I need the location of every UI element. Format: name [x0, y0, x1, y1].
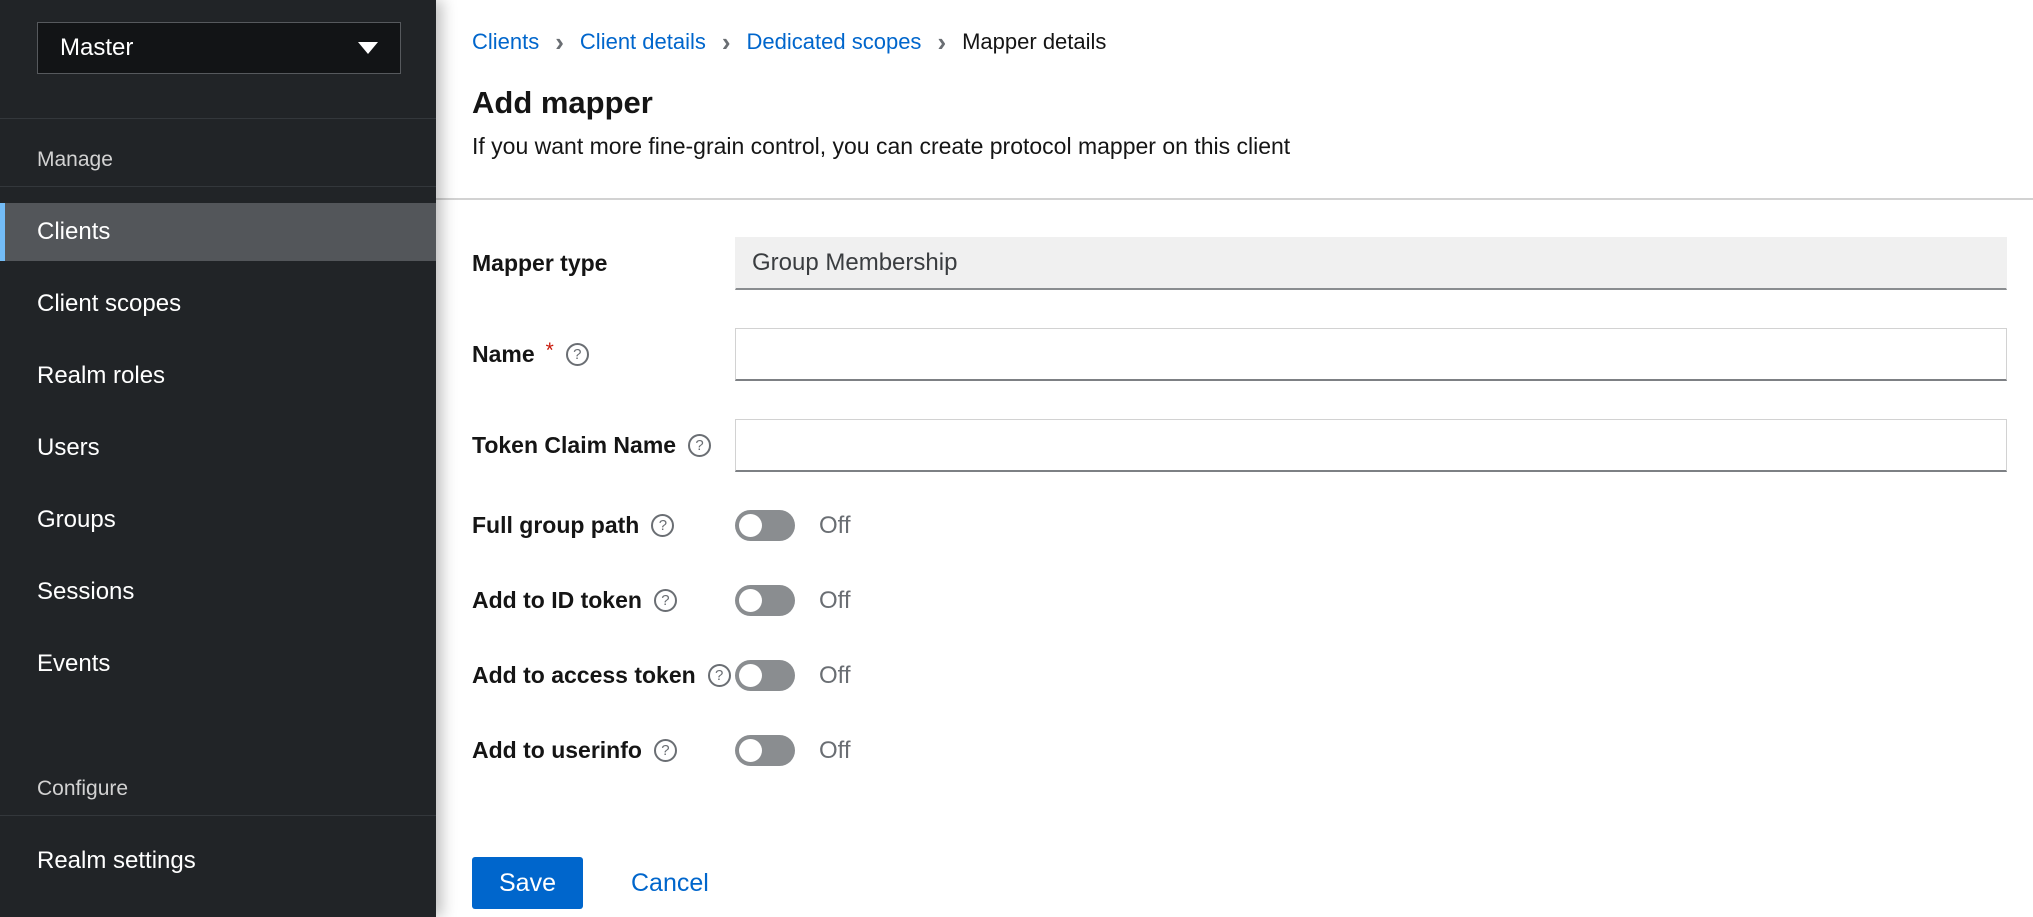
field-label-group-add-to-access-token: Add to access token? [472, 662, 735, 689]
field-label-group-add-to-userinfo: Add to userinfo? [472, 737, 735, 764]
toggle-knob-icon [739, 589, 762, 612]
breadcrumb-link-clients[interactable]: Clients [472, 29, 539, 55]
mapper-type-input: Group Membership [735, 237, 2007, 290]
content-divider [436, 198, 2033, 200]
token-claim-name-control [735, 419, 2007, 472]
breadcrumb-link-dedicated-scopes[interactable]: Dedicated scopes [747, 29, 922, 55]
realm-name: Master [60, 34, 133, 62]
add-to-access-token-help-icon[interactable]: ? [708, 664, 731, 687]
sidebar-item-groups[interactable]: Groups [0, 491, 436, 549]
token-claim-name-help-icon[interactable]: ? [688, 434, 711, 457]
sidebar-item-users[interactable]: Users [0, 419, 436, 477]
add-to-userinfo-label: Add to userinfo [472, 737, 642, 764]
sidebar-item-authentication[interactable]: Authentication [0, 904, 436, 917]
breadcrumb-current: Mapper details [962, 29, 1106, 55]
required-indicator: * [546, 339, 554, 363]
form-row-add-to-userinfo: Add to userinfo? Off [472, 735, 2007, 766]
add-to-userinfo-control: Off [735, 735, 2007, 766]
add-to-userinfo-toggle-state: Off [819, 737, 851, 765]
breadcrumb-link-client-details[interactable]: Client details [580, 29, 706, 55]
add-to-id-token-toggle-state: Off [819, 587, 851, 615]
full-group-path-toggle[interactable] [735, 510, 795, 541]
cancel-link[interactable]: Cancel [631, 869, 709, 898]
form-row-mapper-type: Mapper type Group Membership [472, 237, 2007, 290]
name-input[interactable] [735, 328, 2007, 381]
add-to-id-token-toggle[interactable] [735, 585, 795, 616]
sidebar: Master Manage Clients Client scopes Realm r… [0, 0, 436, 917]
add-to-access-token-control: Off [735, 660, 2007, 691]
add-to-id-token-label: Add to ID token [472, 587, 642, 614]
form-row-name: Name *? [472, 328, 2007, 381]
full-group-path-help-icon[interactable]: ? [651, 514, 674, 537]
breadcrumb-separator-icon: › [722, 31, 731, 53]
field-label-group-add-to-id-token: Add to ID token? [472, 587, 735, 614]
form-row-add-to-access-token: Add to access token? Off [472, 660, 2007, 691]
toggle-knob-icon [739, 739, 762, 762]
name-control [735, 328, 2007, 381]
page-title: Add mapper [472, 85, 2007, 121]
field-label-group-mapper-type: Mapper type [472, 250, 735, 277]
sidebar-item-sessions[interactable]: Sessions [0, 563, 436, 621]
nav-section-manage: Manage Clients Client scopes Realm roles Use… [0, 119, 436, 693]
sidebar-item-events[interactable]: Events [0, 635, 436, 693]
save-button[interactable]: Save [472, 857, 583, 909]
form-row-token-claim-name: Token Claim Name? [472, 419, 2007, 472]
toggle-knob-icon [739, 514, 762, 537]
field-label-group-full-group-path: Full group path? [472, 512, 735, 539]
full-group-path-toggle-state: Off [819, 512, 851, 540]
realm-selector-dropdown[interactable]: Master [37, 22, 401, 74]
full-group-path-label: Full group path [472, 512, 639, 539]
add-to-userinfo-help-icon[interactable]: ? [654, 739, 677, 762]
token-claim-name-label: Token Claim Name [472, 432, 676, 459]
page-subtitle: If you want more fine-grain control, you… [472, 133, 2007, 160]
chevron-down-icon [358, 42, 378, 54]
form-row-full-group-path: Full group path? Off [472, 510, 2007, 541]
field-label-group-token-claim-name: Token Claim Name? [472, 432, 735, 459]
form-row-add-to-id-token: Add to ID token? Off [472, 585, 2007, 616]
nav-list: Clients Client scopes Realm roles Users Grou… [0, 203, 436, 693]
app-window: Master Manage Clients Client scopes Realm r… [0, 0, 2033, 917]
nav-section-title-configure: Configure [0, 748, 436, 816]
mapper-type-label: Mapper type [472, 250, 607, 277]
nav-section-title-manage: Manage [0, 119, 436, 187]
sidebar-item-realm-roles[interactable]: Realm roles [0, 347, 436, 405]
add-to-access-token-label: Add to access token [472, 662, 696, 689]
add-mapper-form: Mapper typeGroup MembershipName*?Token C… [472, 237, 2007, 766]
nav-list: Realm settings Authentication [0, 832, 436, 917]
toggle-knob-icon [739, 664, 762, 687]
mapper-type-control: Group Membership [735, 237, 2007, 290]
sidebar-item-client-scopes[interactable]: Client scopes [0, 275, 436, 333]
form-actions: Save Cancel [472, 857, 2007, 909]
name-help-icon[interactable]: ? [566, 343, 589, 366]
sidebar-item-realm-settings[interactable]: Realm settings [0, 832, 436, 890]
sidebar-item-clients[interactable]: Clients [0, 203, 436, 261]
add-to-access-token-toggle[interactable] [735, 660, 795, 691]
breadcrumb-separator-icon: › [937, 31, 946, 53]
add-to-access-token-toggle-state: Off [819, 662, 851, 690]
add-to-id-token-help-icon[interactable]: ? [654, 589, 677, 612]
field-label-group-name: Name *? [472, 341, 735, 368]
sidebar-nav: Manage Clients Client scopes Realm roles Use… [0, 119, 436, 917]
name-label: Name [472, 341, 535, 368]
full-group-path-control: Off [735, 510, 2007, 541]
realm-selector-section: Master [0, 22, 436, 119]
token-claim-name-input[interactable] [735, 419, 2007, 472]
breadcrumb-separator-icon: › [555, 31, 564, 53]
nav-section-configure: Configure Realm settings Authentication [0, 748, 436, 917]
add-to-id-token-control: Off [735, 585, 2007, 616]
breadcrumb: Clients › Client details › Dedicated scopes ›… [472, 0, 2007, 55]
add-to-userinfo-toggle[interactable] [735, 735, 795, 766]
main-content: Clients › Client details › Dedicated scopes ›… [436, 0, 2033, 917]
